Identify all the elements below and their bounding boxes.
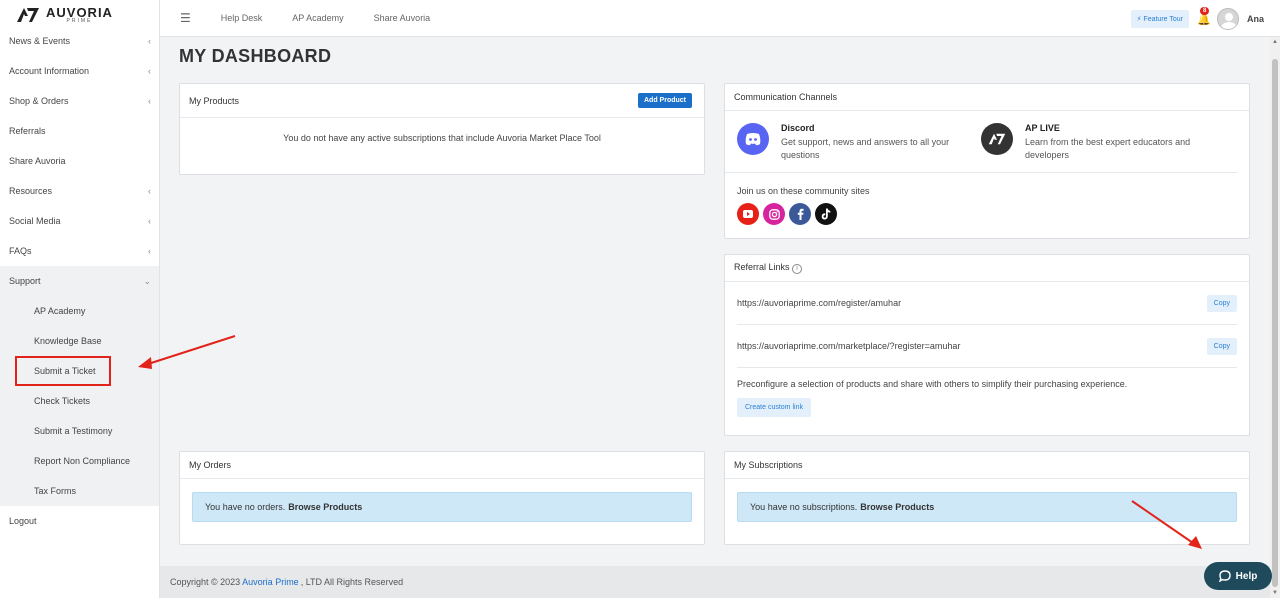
chevron-left-icon: ‹ [148,216,151,226]
my-orders-card: My Orders You have no orders. Browse Prod… [179,451,705,545]
referral-links-title: Referral Links i [734,262,803,274]
community-label: Join us on these community sites [737,186,870,196]
my-subscriptions-title: My Subscriptions [734,460,803,470]
referral-link-row: https://auvoriaprime.com/marketplace/?re… [737,325,1237,368]
social-icons-row [737,203,1249,225]
support-group: Support ⌄ AP Academy Knowledge Base Submi… [0,266,159,506]
sidebar-subitem-tax-forms[interactable]: Tax Forms [0,476,159,506]
create-custom-link-button[interactable]: Create custom link [737,398,811,417]
ap-live-icon [981,123,1013,155]
tiktok-icon[interactable] [815,203,837,225]
sidebar-subitem-knowledge-base[interactable]: Knowledge Base [0,326,159,356]
sidebar-subitem-report-non-compliance[interactable]: Report Non Compliance [0,446,159,476]
help-button[interactable]: Help [1204,562,1272,590]
facebook-icon[interactable] [789,203,811,225]
youtube-icon[interactable] [737,203,759,225]
sidebar-item-logout[interactable]: Logout [0,506,159,536]
chevron-left-icon: ‹ [148,96,151,106]
copy-button[interactable]: Copy [1206,294,1237,312]
chevron-left-icon: ‹ [148,36,151,46]
sidebar-nav: News & Events ‹ Account Information ‹ Shop… [0,26,159,536]
instagram-icon[interactable] [763,203,785,225]
sidebar: AUVORIA PRIME News & Events ‹ Account Inf… [0,0,160,598]
user-name[interactable]: Ana [1247,14,1264,24]
referral-links-card: Referral Links i https://auvoriaprime.co… [724,254,1250,436]
hamburger-menu-icon[interactable]: ☰ [180,11,191,25]
my-orders-info: You have no orders. Browse Products [192,492,692,522]
top-link-ap-academy[interactable]: AP Academy [292,13,343,23]
sidebar-item-support[interactable]: Support ⌄ [0,266,159,296]
chevron-left-icon: ‹ [148,186,151,196]
my-subscriptions-info: You have no subscriptions. Browse Product… [737,492,1237,522]
avatar[interactable] [1216,7,1239,30]
scroll-down-icon[interactable]: ▼ [1272,590,1278,596]
my-products-card: My Products Add Product You do not have … [179,83,705,175]
sidebar-item-resources[interactable]: Resources ‹ [0,176,159,206]
auvoria-logo-icon [17,8,39,22]
sidebar-item-social-media[interactable]: Social Media ‹ [0,206,159,236]
scrollbar[interactable]: ▲ ▼ [1270,37,1280,598]
discord-title: Discord [781,123,815,133]
my-products-empty-text: You do not have any active subscriptions… [283,133,601,143]
topbar: ☰ Help Desk AP Academy Share Auvoria ⚡ F… [160,0,1280,37]
sidebar-subitem-check-tickets[interactable]: Check Tickets [0,386,159,416]
chevron-left-icon: ‹ [148,66,151,76]
my-products-title: My Products [189,95,240,106]
sidebar-subitem-submit-ticket[interactable]: Submit a Ticket [15,356,111,386]
footer: Copyright © 2023 Auvoria Prime , LTD All… [160,566,1270,598]
footer-link[interactable]: Auvoria Prime [242,577,299,587]
sidebar-subitem-ap-academy[interactable]: AP Academy [0,296,159,326]
referral-link-text: https://auvoriaprime.com/register/amuhar [737,298,902,308]
sidebar-item-referrals[interactable]: Referrals [0,116,159,146]
ap-live-desc: Learn from the best expert educators and… [1025,137,1191,160]
my-orders-title: My Orders [189,460,232,470]
discord-desc: Get support, news and answers to all you… [781,137,950,160]
notification-bell-icon[interactable]: 🔔 8 [1197,6,1211,26]
discord-channel[interactable]: Discord Get support, news and answers to… [737,123,981,172]
discord-icon [737,123,769,155]
referral-desc: Preconfigure a selection of products and… [737,379,1128,389]
referral-link-text: https://auvoriaprime.com/marketplace/?re… [737,341,961,351]
referral-link-row: https://auvoriaprime.com/register/amuhar… [737,282,1237,325]
notification-badge: 8 [1199,6,1210,15]
ap-live-title: AP LIVE [1025,123,1060,133]
sidebar-item-account-information[interactable]: Account Information ‹ [0,56,159,86]
ap-live-channel[interactable]: AP LIVE Learn from the best expert educa… [981,123,1225,172]
browse-products-link[interactable]: Browse Products [860,502,934,512]
chevron-down-icon: ⌄ [143,275,151,286]
channel-row: Discord Get support, news and answers to… [725,111,1237,173]
communication-channels-title: Communication Channels [734,92,838,102]
copy-button[interactable]: Copy [1206,337,1237,355]
top-link-help-desk[interactable]: Help Desk [221,13,263,23]
page-title: MY DASHBOARD [179,46,332,66]
chevron-left-icon: ‹ [148,246,151,256]
info-icon[interactable]: i [792,264,803,274]
scrollbar-thumb[interactable] [1272,59,1278,587]
communication-channels-card: Communication Channels Discord Get suppo… [724,83,1250,239]
sidebar-item-share-auvoria[interactable]: Share Auvoria [0,146,159,176]
browse-products-link[interactable]: Browse Products [288,502,362,512]
chat-bubble-icon [1218,570,1231,582]
brand-sub: PRIME [66,18,93,24]
feature-tour-button[interactable]: ⚡ Feature Tour [1130,9,1189,28]
my-subscriptions-card: My Subscriptions You have no subscriptio… [724,451,1250,545]
sidebar-item-faqs[interactable]: FAQs ‹ [0,236,159,266]
sidebar-subitem-submit-testimony[interactable]: Submit a Testimony [0,416,159,446]
add-product-button[interactable]: Add Product [638,93,692,108]
sidebar-item-shop-orders[interactable]: Shop & Orders ‹ [0,86,159,116]
sidebar-item-news-events[interactable]: News & Events ‹ [0,26,159,56]
scroll-up-icon[interactable]: ▲ [1272,39,1278,45]
top-link-share-auvoria[interactable]: Share Auvoria [374,13,431,23]
